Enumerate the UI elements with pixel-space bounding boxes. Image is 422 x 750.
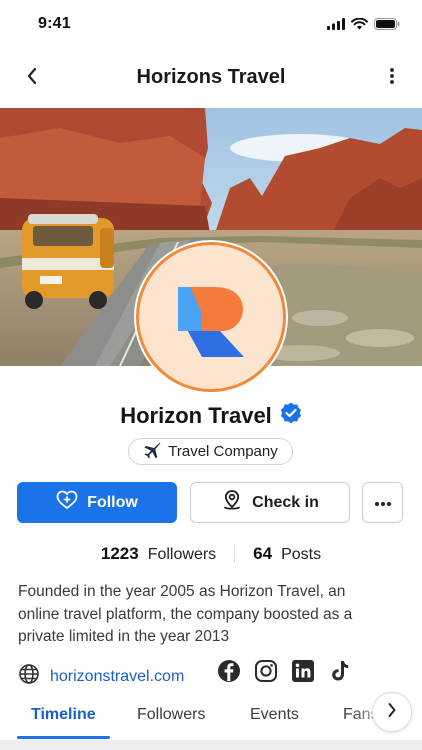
bio-line: private limited in the year 2013 bbox=[18, 628, 230, 645]
posts-count: 64 bbox=[253, 544, 273, 563]
profile-tabs: Timeline Followers Events Fans bbox=[0, 700, 422, 740]
wifi-icon bbox=[351, 17, 368, 35]
airplane-icon bbox=[143, 441, 161, 463]
page-title: Horizons Travel bbox=[136, 66, 286, 88]
profile-avatar[interactable] bbox=[134, 240, 288, 394]
linkedin-link[interactable] bbox=[291, 659, 315, 688]
followers-count: 1223 bbox=[100, 544, 139, 563]
posts-label: Posts bbox=[281, 546, 322, 563]
nav-bar: Horizons Travel bbox=[0, 52, 422, 106]
profile-actions: Follow Check in bbox=[17, 482, 405, 524]
profile-name: Horizon Travel bbox=[120, 402, 272, 428]
more-options-button[interactable] bbox=[378, 64, 406, 92]
horizontal-dots-icon bbox=[374, 494, 392, 512]
bio-line: Founded in the year 2005 as Horizon Trav… bbox=[18, 583, 346, 600]
posts-stat[interactable]: 64 Posts bbox=[253, 544, 321, 564]
status-bar: 9:41 bbox=[0, 0, 422, 52]
tab-timeline[interactable]: Timeline bbox=[31, 706, 96, 724]
bio-line: online travel platform, the company boos… bbox=[18, 605, 353, 623]
cellular-signal-icon bbox=[327, 17, 345, 35]
linkedin-icon bbox=[291, 659, 315, 688]
facebook-icon bbox=[217, 659, 241, 688]
tabs-scroll-right-button[interactable] bbox=[372, 692, 412, 732]
status-icons bbox=[327, 17, 400, 35]
tab-events[interactable]: Events bbox=[250, 706, 299, 724]
category-chip[interactable]: Travel Company bbox=[128, 438, 293, 465]
globe-icon bbox=[18, 663, 40, 690]
location-pin-icon bbox=[221, 489, 243, 516]
stats-divider bbox=[234, 545, 236, 563]
vertical-dots-icon bbox=[389, 67, 395, 90]
facebook-link[interactable] bbox=[217, 659, 241, 688]
more-actions-button[interactable] bbox=[362, 482, 403, 523]
tiktok-link[interactable] bbox=[328, 659, 352, 688]
social-links bbox=[217, 659, 352, 688]
instagram-link[interactable] bbox=[254, 659, 278, 688]
tab-followers[interactable]: Followers bbox=[137, 706, 205, 724]
profile-name-row: Horizon Travel bbox=[0, 402, 422, 429]
profile-stats: 1223 Followers 64 Posts bbox=[0, 544, 422, 564]
links-row: horizonstravel.com bbox=[18, 659, 406, 690]
website-text: horizonstravel.com bbox=[50, 667, 185, 685]
avatar-ring bbox=[136, 242, 286, 392]
tiktok-icon bbox=[328, 659, 352, 688]
check-in-label: Check in bbox=[252, 493, 319, 511]
horizon-logo-icon bbox=[176, 273, 246, 362]
heart-plus-icon bbox=[56, 490, 78, 515]
instagram-icon bbox=[254, 659, 278, 688]
content-divider bbox=[0, 740, 422, 750]
battery-icon bbox=[374, 17, 400, 35]
followers-stat[interactable]: 1223 Followers bbox=[101, 544, 216, 564]
website-link[interactable]: horizonstravel.com bbox=[18, 663, 184, 690]
follow-button[interactable]: Follow bbox=[17, 482, 177, 523]
followers-label: Followers bbox=[147, 546, 217, 563]
status-time: 9:41 bbox=[38, 15, 71, 32]
follow-label: Follow bbox=[87, 493, 138, 511]
verified-badge-icon bbox=[280, 402, 302, 429]
chevron-right-icon bbox=[387, 702, 397, 723]
category-label: Travel Company bbox=[168, 443, 278, 460]
profile-bio: Founded in the year 2005 as Horizon Trav… bbox=[18, 581, 408, 649]
check-in-button[interactable]: Check in bbox=[190, 482, 350, 523]
active-tab-indicator bbox=[17, 736, 110, 739]
